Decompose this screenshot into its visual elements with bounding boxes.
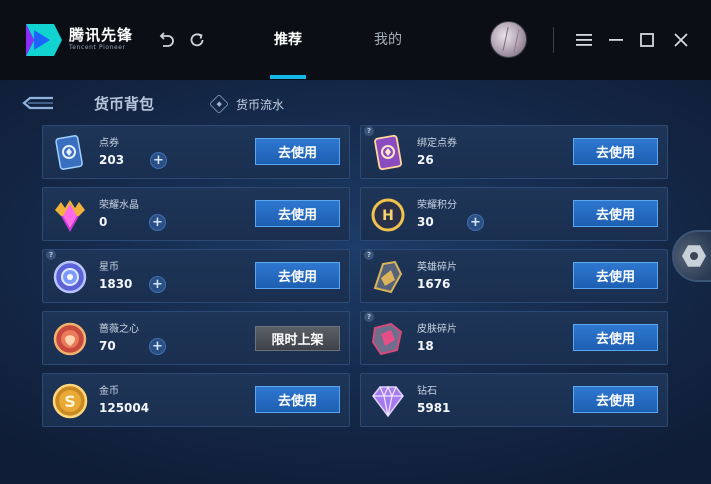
glory-points-icon: H bbox=[369, 196, 407, 234]
currency-card: ? 英雄碎片 1676 去使用 bbox=[360, 249, 668, 303]
svg-text:H: H bbox=[382, 208, 394, 224]
tab-mine[interactable]: 我的 bbox=[374, 30, 402, 50]
back-arrow-icon[interactable] bbox=[20, 94, 56, 112]
currency-name: 星币 bbox=[99, 262, 119, 273]
currency-amount: 203 bbox=[99, 153, 125, 167]
minimize-icon[interactable] bbox=[606, 30, 626, 50]
use-button[interactable]: 去使用 bbox=[573, 324, 658, 351]
currency-card: ? 绑定点券 26 去使用 bbox=[360, 125, 668, 179]
side-drawer-handle[interactable] bbox=[672, 230, 711, 282]
currency-card: 蔷薇之心 70 + 限时上架 bbox=[42, 311, 350, 365]
currency-amount: 1676 bbox=[417, 277, 451, 291]
glory-crystal-icon bbox=[51, 196, 89, 234]
skin-fragment-icon bbox=[369, 320, 407, 358]
gold-coin-icon: S bbox=[51, 382, 89, 420]
diamond-icon bbox=[369, 382, 407, 420]
currency-amount: 5981 bbox=[417, 401, 451, 415]
currency-card: S 金币 125004 去使用 bbox=[42, 373, 350, 427]
help-icon[interactable]: ? bbox=[46, 250, 56, 260]
currency-card: ? 星币 1830 + 去使用 bbox=[42, 249, 350, 303]
currency-name: 荣耀积分 bbox=[417, 200, 457, 211]
currency-name: 皮肤碎片 bbox=[417, 324, 457, 335]
currency-name: 点券 bbox=[99, 138, 119, 149]
tencent-pioneer-logo-icon bbox=[26, 24, 62, 56]
currency-name: 英雄碎片 bbox=[417, 262, 457, 273]
currency-amount: 0 bbox=[99, 215, 108, 229]
currency-card: 点券 203 + 去使用 bbox=[42, 125, 350, 179]
limited-time-badge: 限时上架 bbox=[255, 326, 340, 351]
currency-name: 绑定点券 bbox=[417, 138, 457, 149]
currency-amount: 70 bbox=[99, 339, 116, 353]
use-button[interactable]: 去使用 bbox=[573, 138, 658, 165]
title-bar: 腾讯先锋 Tencent Pioneer 推荐 我的 bbox=[0, 0, 711, 80]
rose-heart-icon bbox=[51, 320, 89, 358]
add-currency-button[interactable]: + bbox=[150, 152, 167, 169]
currency-card: 钻石 5981 去使用 bbox=[360, 373, 668, 427]
add-currency-button[interactable]: + bbox=[149, 214, 166, 231]
use-button[interactable]: 去使用 bbox=[573, 262, 658, 289]
logo-en: Tencent Pioneer bbox=[69, 44, 126, 51]
active-tab-indicator bbox=[270, 75, 306, 79]
maximize-icon[interactable] bbox=[637, 30, 657, 50]
close-icon[interactable] bbox=[671, 30, 691, 50]
currency-amount: 26 bbox=[417, 153, 434, 167]
help-icon[interactable]: ? bbox=[364, 250, 374, 260]
svg-text:S: S bbox=[64, 392, 76, 411]
bound-coupon-card-icon bbox=[369, 134, 407, 172]
hero-fragment-icon bbox=[369, 258, 407, 296]
flow-icon: ◆ bbox=[209, 94, 229, 114]
use-button[interactable]: 去使用 bbox=[255, 138, 340, 165]
tab-recommend[interactable]: 推荐 bbox=[274, 30, 302, 50]
help-icon[interactable]: ? bbox=[364, 312, 374, 322]
currency-card: ? 皮肤碎片 18 去使用 bbox=[360, 311, 668, 365]
currency-backpack-panel: 货币背包 ◆ 货币流水 点券 203 + 去使用? 绑定点券 26 去使用 荣耀水晶 0 + 去使用… bbox=[0, 80, 711, 484]
use-button[interactable]: 去使用 bbox=[255, 386, 340, 413]
page-title: 货币背包 bbox=[94, 95, 155, 113]
add-currency-button[interactable]: + bbox=[149, 276, 166, 293]
currency-amount: 125004 bbox=[99, 401, 150, 415]
currency-flow-link[interactable]: ◆ 货币流水 bbox=[209, 94, 285, 114]
hexagon-nut-icon bbox=[682, 245, 706, 267]
use-button[interactable]: 去使用 bbox=[573, 200, 658, 227]
star-coin-icon bbox=[51, 258, 89, 296]
logo-cn: 腾讯先锋 bbox=[69, 26, 134, 44]
logo-text: 腾讯先锋 Tencent Pioneer bbox=[69, 27, 133, 52]
currency-name: 蔷薇之心 bbox=[99, 324, 139, 335]
use-button[interactable]: 去使用 bbox=[255, 262, 340, 289]
currency-name: 金币 bbox=[99, 386, 119, 397]
currency-amount: 18 bbox=[417, 339, 434, 353]
add-currency-button[interactable]: + bbox=[467, 214, 484, 231]
currency-amount: 1830 bbox=[99, 277, 133, 291]
menu-icon[interactable] bbox=[574, 30, 594, 50]
add-currency-button[interactable]: + bbox=[149, 338, 166, 355]
help-icon[interactable]: ? bbox=[364, 126, 374, 136]
undo-icon[interactable] bbox=[156, 30, 176, 50]
currency-card: 荣耀水晶 0 + 去使用 bbox=[42, 187, 350, 241]
use-button[interactable]: 去使用 bbox=[573, 386, 658, 413]
refresh-icon[interactable] bbox=[187, 30, 207, 50]
avatar[interactable] bbox=[490, 21, 527, 58]
currency-card: H 荣耀积分 30 + 去使用 bbox=[360, 187, 668, 241]
use-button[interactable]: 去使用 bbox=[255, 200, 340, 227]
currency-amount: 30 bbox=[417, 215, 434, 229]
currency-flow-label: 货币流水 bbox=[236, 97, 285, 112]
titlebar-divider bbox=[553, 27, 554, 53]
currency-name: 钻石 bbox=[417, 386, 437, 397]
currency-name: 荣耀水晶 bbox=[99, 200, 139, 211]
coupon-card-icon bbox=[51, 134, 89, 172]
